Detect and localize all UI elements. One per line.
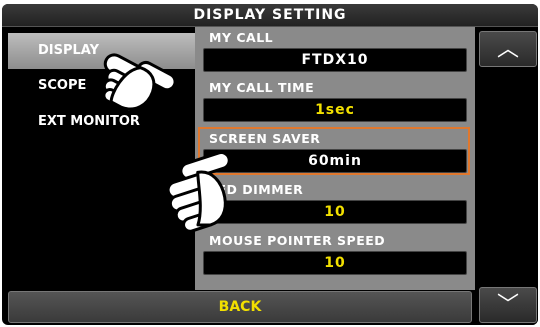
- setting-value-my-call[interactable]: FTDX10: [203, 48, 467, 72]
- setting-value-led-dimmer[interactable]: 10: [203, 200, 467, 224]
- setting-value-my-call-time[interactable]: 1sec: [203, 98, 467, 122]
- scroll-down-button[interactable]: ﹀: [479, 287, 537, 323]
- setting-label: SCREEN SAVER: [209, 131, 321, 146]
- setting-label: MOUSE POINTER SPEED: [209, 233, 386, 248]
- screen-title: DISPLAY SETTING: [2, 4, 538, 27]
- setting-value-screen-saver[interactable]: 60min: [203, 149, 467, 173]
- setting-label: MY CALL: [209, 30, 274, 45]
- setting-value-mouse-pointer-speed[interactable]: 10: [203, 251, 467, 275]
- radio-screen: DISPLAY SETTING DISPLAY SCOPE EXT MONITO…: [2, 4, 538, 325]
- scroll-up-button[interactable]: ︿: [479, 31, 537, 67]
- back-button[interactable]: BACK: [8, 291, 472, 323]
- sidebar-item-display[interactable]: DISPLAY: [8, 33, 196, 69]
- sidebar: DISPLAY SCOPE EXT MONITOR: [2, 27, 196, 290]
- setting-label: LED DIMMER: [209, 182, 304, 197]
- setting-label: MY CALL TIME: [209, 80, 315, 95]
- sidebar-item-ext-monitor[interactable]: EXT MONITOR: [8, 107, 194, 137]
- sidebar-item-scope[interactable]: SCOPE: [8, 71, 194, 101]
- scroll-column: ︿ ﹀: [475, 27, 538, 325]
- settings-panel: MY CALL FTDX10 MY CALL TIME 1sec SCREEN …: [195, 27, 475, 290]
